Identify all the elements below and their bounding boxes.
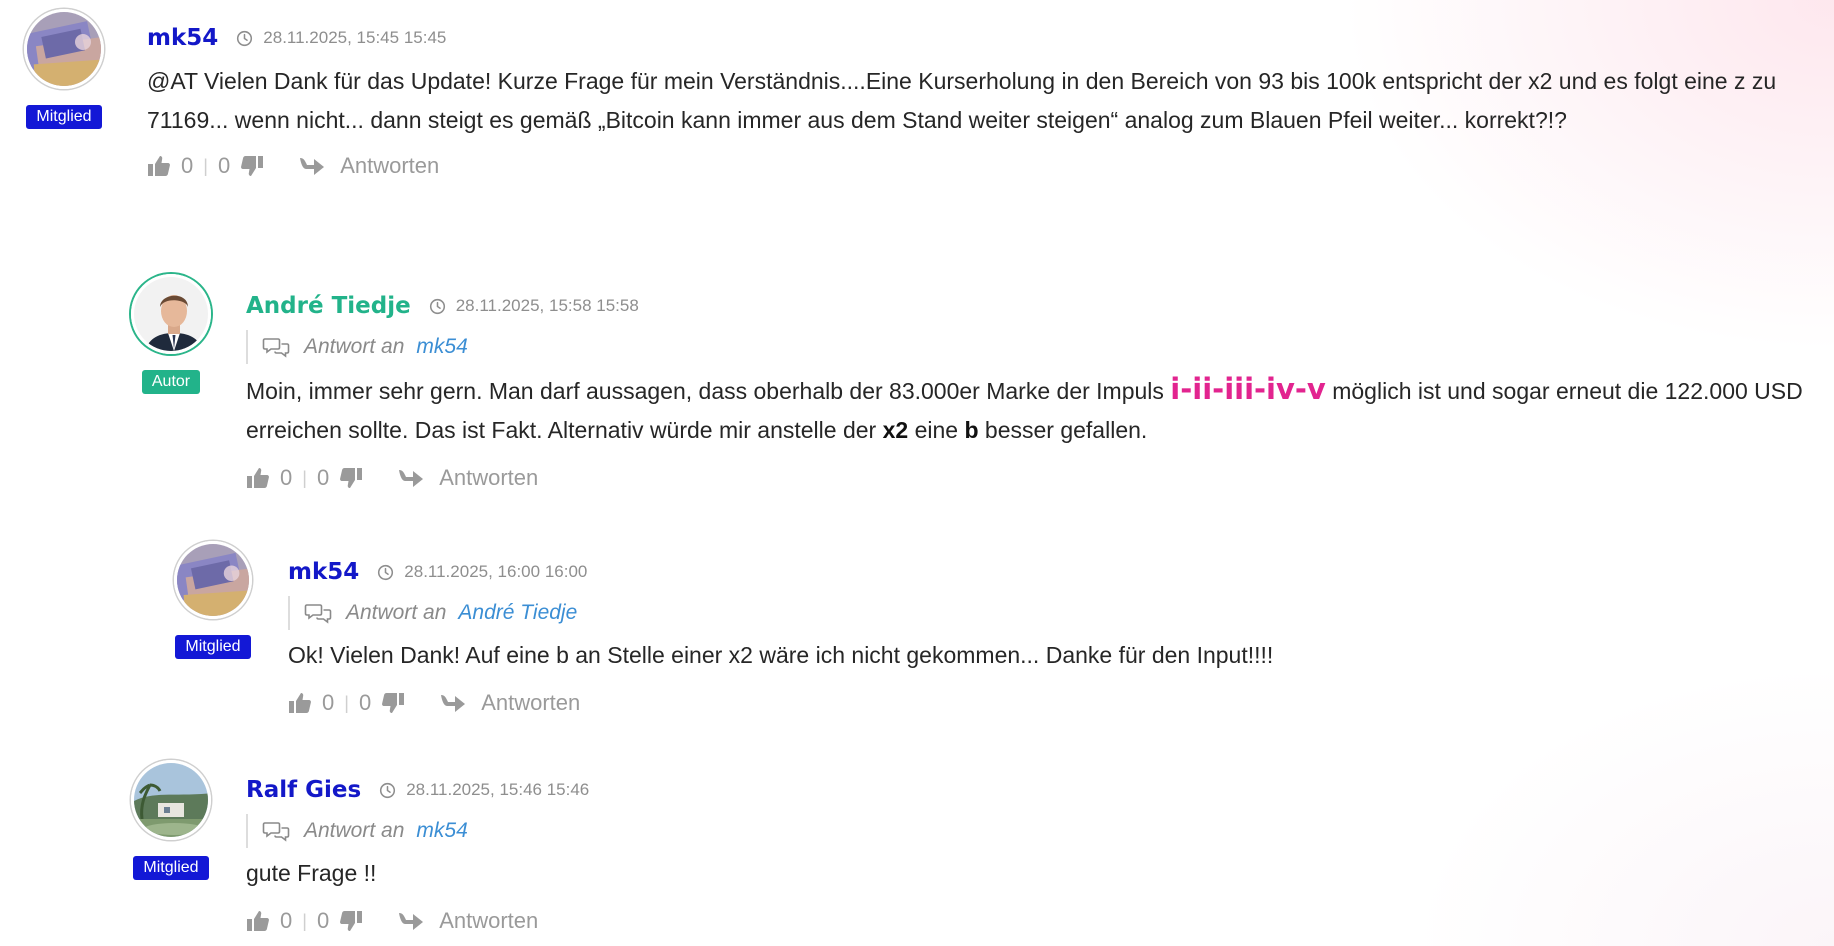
reply-prefix: Antwort an — [304, 335, 405, 358]
clock-icon — [429, 298, 446, 315]
thumbs-up-icon[interactable] — [147, 154, 171, 178]
thumbs-down-icon[interactable] — [240, 154, 264, 178]
comment-author-panel: Mitglied — [158, 541, 268, 659]
comment-author-panel: Mitglied — [116, 760, 226, 880]
reply-arrow-icon — [397, 467, 425, 489]
highlighted-wave-count: i-ii-iii-iv-v — [1170, 372, 1326, 406]
thumbs-down-icon[interactable] — [339, 909, 363, 933]
author-name[interactable]: mk54 — [147, 25, 218, 51]
avatar[interactable] — [174, 541, 252, 619]
reply-reference: Antwort an mk54 — [246, 814, 1826, 848]
chat-bubbles-icon — [262, 336, 290, 358]
timestamp: 28.11.2025, 16:00 16:00 — [377, 562, 587, 582]
role-badge: Mitglied — [26, 105, 102, 129]
avatar[interactable] — [131, 274, 211, 354]
comment-text: gute Frage !! — [246, 860, 377, 886]
role-badge: Autor — [141, 370, 201, 394]
reply-button-label: Antworten — [481, 690, 581, 715]
reply-arrow-icon — [298, 155, 326, 177]
vote-divider: | — [302, 467, 307, 488]
like-count: 0 — [280, 465, 293, 490]
bold-term: b — [964, 417, 979, 443]
comment-body: mk54 28.11.2025, 15:45 15:45 @AT Vielen … — [147, 22, 1807, 182]
reply-button[interactable]: Antworten — [397, 908, 538, 934]
dislike-count: 0 — [358, 690, 372, 715]
reply-button[interactable]: Antworten — [439, 690, 580, 716]
timestamp: 28.11.2025, 15:46 15:46 — [379, 780, 589, 800]
role-badge: Mitglied — [133, 856, 209, 880]
thumbs-up-icon[interactable] — [246, 909, 270, 933]
comment-actions: 0 | 0 Antworten — [246, 462, 1826, 494]
chat-bubbles-icon — [262, 820, 290, 842]
clock-icon — [377, 564, 394, 581]
comment-author-panel: Autor — [116, 274, 226, 394]
reply-button-label: Antworten — [439, 908, 539, 933]
dislike-count: 0 — [316, 908, 330, 933]
reply-arrow-icon — [439, 692, 467, 714]
dislike-count: 0 — [316, 465, 330, 490]
text-part: besser gefallen. — [978, 417, 1148, 443]
timestamp-text: 28.11.2025, 16:00 16:00 — [404, 562, 588, 581]
like-count: 0 — [322, 690, 335, 715]
comment-text: Moin, immer sehr gern. Man darf aussagen… — [246, 370, 1826, 450]
reply-button[interactable]: Antworten — [397, 465, 538, 491]
like-count: 0 — [181, 153, 194, 178]
timestamp: 28.11.2025, 15:45 15:45 — [236, 28, 446, 48]
comment-actions: 0 | 0 Antworten — [288, 687, 1788, 719]
comment-actions: 0 | 0 Antworten — [147, 150, 1807, 182]
comment-body: Ralf Gies 28.11.2025, 15:46 15:46 Antwor… — [246, 774, 1826, 937]
reply-target-link[interactable]: mk54 — [416, 335, 467, 359]
like-count: 0 — [280, 908, 293, 933]
reply-button[interactable]: Antworten — [298, 153, 439, 179]
chat-bubbles-icon — [304, 602, 332, 624]
text-part: Moin, immer sehr gern. Man darf aussagen… — [246, 378, 1171, 404]
comment-body: mk54 28.11.2025, 16:00 16:00 Antwort an … — [288, 556, 1788, 719]
timestamp-text: 28.11.2025, 15:58 15:58 — [455, 296, 639, 315]
comment-text: @AT Vielen Dank für das Update! Kurze Fr… — [147, 68, 1777, 133]
reply-prefix: Antwort an — [346, 601, 447, 624]
role-badge: Mitglied — [175, 635, 251, 659]
thumbs-up-icon[interactable] — [246, 466, 270, 490]
thumbs-down-icon[interactable] — [339, 466, 363, 490]
avatar[interactable] — [24, 9, 104, 89]
vote-divider: | — [344, 692, 349, 713]
timestamp: 28.11.2025, 15:58 15:58 — [429, 296, 639, 316]
reply-target-link[interactable]: mk54 — [416, 819, 467, 843]
reply-reference: Antwort an mk54 — [246, 330, 1826, 364]
comment-body: André Tiedje 28.11.2025, 15:58 15:58 Ant… — [246, 290, 1826, 494]
reply-prefix: Antwort an — [304, 819, 405, 842]
comment-actions: 0 | 0 Antworten — [246, 905, 1826, 937]
author-name[interactable]: Ralf Gies — [246, 777, 361, 803]
avatar[interactable] — [131, 760, 211, 840]
reply-button-label: Antworten — [340, 153, 440, 178]
author-name[interactable]: mk54 — [288, 559, 359, 585]
vote-divider: | — [302, 910, 307, 931]
text-part: eine — [908, 417, 965, 443]
timestamp-text: 28.11.2025, 15:45 15:45 — [263, 28, 447, 47]
vote-divider: | — [203, 155, 208, 176]
timestamp-text: 28.11.2025, 15:46 15:46 — [406, 780, 590, 799]
comment-author-panel: Mitglied — [9, 9, 119, 129]
thumbs-up-icon[interactable] — [288, 691, 312, 715]
comment-text: Ok! Vielen Dank! Auf eine b an Stelle ei… — [288, 642, 1274, 668]
bold-term: x2 — [882, 417, 909, 443]
reply-arrow-icon — [397, 910, 425, 932]
reply-target-link[interactable]: André Tiedje — [458, 601, 577, 625]
clock-icon — [379, 782, 396, 799]
author-name[interactable]: André Tiedje — [246, 293, 411, 319]
reply-button-label: Antworten — [439, 465, 539, 490]
dislike-count: 0 — [217, 153, 231, 178]
reply-reference: Antwort an André Tiedje — [288, 596, 1788, 630]
thumbs-down-icon[interactable] — [381, 691, 405, 715]
clock-icon — [236, 30, 253, 47]
